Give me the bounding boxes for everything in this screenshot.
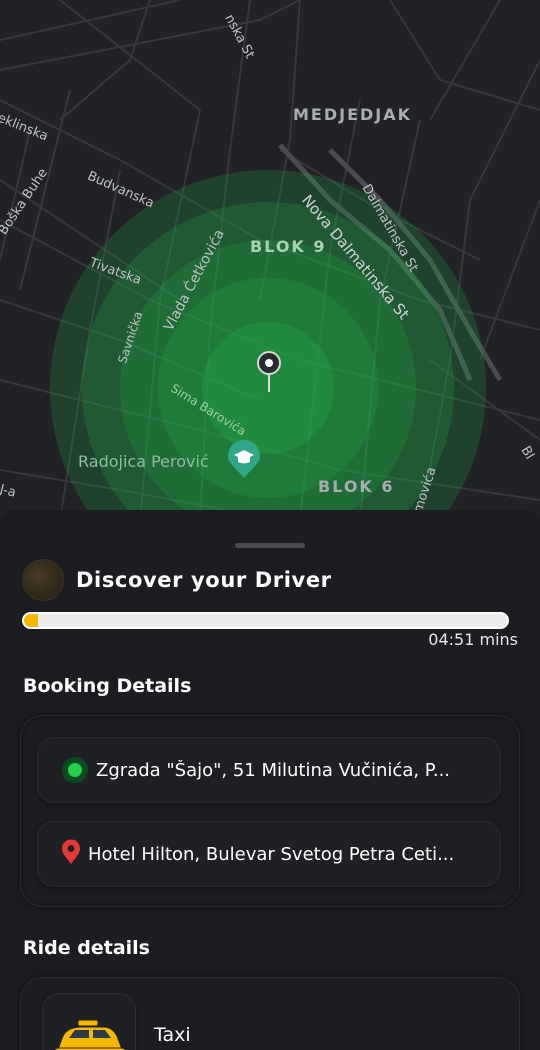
- map-view[interactable]: nska St eklinska Boška Buhe Budvanska Da…: [0, 0, 540, 520]
- district-label: MEDJEDJAK: [293, 105, 413, 124]
- pickup-address-text: Zgrada "Šajo", 51 Milutina Vučinića, P..…: [96, 759, 451, 781]
- pickup-address-field[interactable]: Zgrada "Šajo", 51 Milutina Vučinića, P..…: [38, 738, 500, 802]
- search-progress-bar: [22, 612, 509, 629]
- driver-header: Discover your Driver: [22, 559, 332, 601]
- avatar: [22, 559, 64, 601]
- taxi-car-icon: [43, 994, 135, 1050]
- bottom-sheet: Discover your Driver 04:51 mins Booking …: [0, 510, 540, 1050]
- ride-type-label: Taxi: [154, 1024, 191, 1046]
- countdown-timer: 04:51 mins: [428, 630, 518, 649]
- poi-label: Radojica Perović: [78, 452, 209, 471]
- ride-details-card[interactable]: Taxi: [21, 978, 519, 1050]
- school-icon[interactable]: [226, 440, 262, 478]
- sheet-drag-handle[interactable]: [235, 543, 305, 548]
- map-pin-icon: [60, 839, 82, 869]
- driver-title: Discover your Driver: [76, 568, 332, 592]
- progress-fill: [24, 614, 39, 627]
- district-label: BLOK 6: [318, 477, 395, 496]
- map-roads: [0, 0, 540, 520]
- booking-details-title: Booking Details: [23, 675, 192, 697]
- district-label: BLOK 9: [250, 237, 327, 256]
- dropoff-address-text: Hotel Hilton, Bulevar Svetog Petra Ceti.…: [88, 843, 455, 865]
- dropoff-address-field[interactable]: Hotel Hilton, Bulevar Svetog Petra Ceti.…: [38, 822, 500, 886]
- booking-details-card: Zgrada "Šajo", 51 Milutina Vučinića, P..…: [21, 716, 519, 906]
- pickup-dot-icon: [62, 757, 88, 783]
- ride-details-title: Ride details: [23, 937, 150, 959]
